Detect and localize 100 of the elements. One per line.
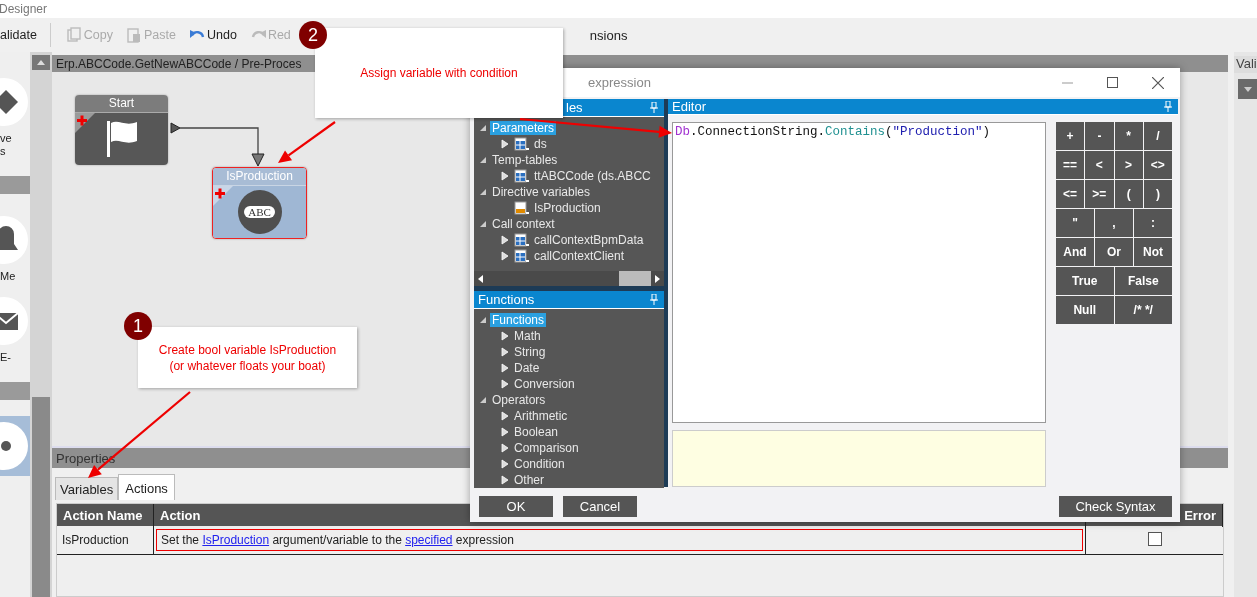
badge-label: ABC (244, 206, 275, 218)
expand-arrow-icon[interactable] (500, 251, 510, 261)
keypad-key[interactable]: - (1085, 122, 1114, 150)
keypad-key[interactable]: / (1143, 122, 1172, 150)
scrollbar-thumb[interactable] (32, 397, 50, 597)
tree-item[interactable]: Condition (512, 457, 567, 471)
collapse-arrow-icon[interactable] (478, 187, 488, 197)
keypad-key[interactable]: /* */ (1114, 296, 1172, 324)
table-icon (514, 137, 530, 151)
keypad-key[interactable]: * (1114, 122, 1143, 150)
collapse-arrow-icon[interactable] (478, 219, 488, 229)
keypad-key[interactable]: False (1114, 267, 1172, 295)
expand-arrow-icon[interactable] (500, 443, 510, 453)
keypad-key[interactable]: , (1095, 209, 1133, 237)
keypad-key[interactable]: <= (1056, 180, 1085, 208)
scroll-up-button[interactable] (32, 55, 50, 70)
add-icon[interactable] (213, 186, 233, 206)
column-header[interactable]: Action Name (57, 504, 154, 527)
tree-item[interactable]: Conversion (512, 377, 577, 391)
keypad-key[interactable]: <> (1143, 151, 1172, 179)
keypad-key[interactable]: == (1056, 151, 1085, 179)
scroll-left-icon[interactable] (478, 274, 483, 283)
expand-arrow-icon[interactable] (500, 475, 510, 485)
tree-item[interactable]: ttABCCode (ds.ABCC (532, 169, 653, 183)
link[interactable]: IsProduction (202, 533, 270, 547)
expand-arrow-icon[interactable] (500, 427, 510, 437)
tree-item[interactable]: Boolean (512, 425, 561, 439)
horizontal-scrollbar[interactable] (474, 271, 664, 286)
callout-text: Assign variable with condition (360, 65, 518, 81)
callout-text: Create bool variable IsProduction (158, 341, 337, 358)
pin-icon[interactable] (650, 102, 658, 113)
tree-item[interactable]: Date (512, 361, 542, 375)
keypad-key[interactable]: : (1134, 209, 1172, 237)
tree-item[interactable]: Arithmetic (512, 409, 570, 423)
expand-arrow-icon[interactable] (500, 363, 510, 373)
tree-item[interactable]: String (512, 345, 548, 359)
keypad-key[interactable]: < (1085, 151, 1114, 179)
dialog-button[interactable]: Cancel (563, 496, 637, 517)
step-badge: 2 (299, 21, 327, 49)
collapse-arrow-icon[interactable] (478, 123, 488, 133)
expand-arrow-icon[interactable] (500, 411, 510, 421)
keypad-key[interactable]: " (1056, 209, 1094, 237)
collapse-arrow-icon[interactable] (478, 315, 488, 325)
keypad-key[interactable]: True (1056, 267, 1114, 295)
keypad-key[interactable]: ( (1114, 180, 1143, 208)
check-syntax-button[interactable]: Check Syntax (1059, 496, 1172, 517)
keypad-key[interactable]: Or (1095, 238, 1133, 266)
dialog-button[interactable]: OK (479, 496, 553, 517)
expand-arrow-icon[interactable] (500, 235, 510, 245)
expand-arrow-icon[interactable] (500, 139, 510, 149)
tree-item[interactable]: Temp-tables (490, 153, 560, 167)
tree-item[interactable]: IsProduction (532, 201, 603, 215)
add-icon[interactable] (75, 113, 95, 133)
caret-icon (1244, 86, 1252, 92)
expand-arrow-icon[interactable] (500, 171, 510, 181)
toolbox-item[interactable]: Me (0, 210, 30, 283)
expand-arrow-icon[interactable] (500, 459, 510, 469)
keypad-key[interactable]: Null (1056, 296, 1114, 324)
flow-node[interactable]: IsProduction ABC (212, 167, 307, 239)
tree-item[interactable]: Comparison (512, 441, 581, 455)
dropdown[interactable] (1238, 79, 1257, 99)
tab[interactable]: Actions (118, 474, 175, 500)
toolbar-label: nsions (589, 27, 628, 43)
scroll-right-icon[interactable] (655, 274, 660, 283)
tree-item[interactable]: Call context (490, 217, 557, 231)
pin-icon[interactable] (650, 294, 658, 305)
keypad-key[interactable]: Not (1134, 238, 1172, 266)
keypad-key[interactable]: > (1114, 151, 1143, 179)
tree-item[interactable]: callContextClient (532, 249, 627, 263)
checkbox[interactable] (1147, 532, 1162, 546)
collapse-arrow-icon[interactable] (478, 395, 488, 405)
expand-arrow-icon[interactable] (500, 347, 510, 357)
toolbar-button[interactable]: Undo (189, 27, 237, 43)
panel-title: Vali (1234, 56, 1257, 73)
keypad-key[interactable]: ) (1143, 180, 1172, 208)
tree-item[interactable]: Operators (490, 393, 548, 407)
tree-item[interactable]: ds (532, 137, 549, 151)
tree-item[interactable]: Other (512, 473, 546, 487)
tree-item[interactable]: Math (512, 329, 543, 343)
maximize-icon (1107, 77, 1118, 88)
pin-icon[interactable] (1164, 101, 1172, 112)
keypad-key[interactable]: And (1056, 238, 1094, 266)
keypad-key[interactable]: >= (1085, 180, 1114, 208)
toolbox-item[interactable] (0, 416, 30, 476)
expand-arrow-icon[interactable] (500, 379, 510, 389)
code-editor[interactable]: Db.ConnectionString.Contains("Production") (672, 122, 1046, 423)
collapse-arrow-icon[interactable] (478, 155, 488, 165)
tab[interactable]: Variables (55, 477, 119, 500)
expand-arrow-icon[interactable] (500, 331, 510, 341)
tree-item[interactable]: callContextBpmData (532, 233, 646, 247)
toolbar-button[interactable]: alidate (0, 28, 37, 42)
flag-icon (104, 119, 139, 159)
tree-item[interactable]: Directive variables (490, 185, 593, 199)
tool-label: Me (0, 270, 17, 283)
toolbox-item[interactable]: E- (0, 291, 30, 364)
panel-title: Functions (478, 292, 535, 307)
toolbox-item[interactable]: ve s (0, 72, 30, 158)
keypad-key[interactable]: + (1056, 122, 1085, 150)
code-line: Db.ConnectionString.Contains("Production") (675, 125, 992, 139)
link[interactable]: specified (405, 533, 453, 547)
